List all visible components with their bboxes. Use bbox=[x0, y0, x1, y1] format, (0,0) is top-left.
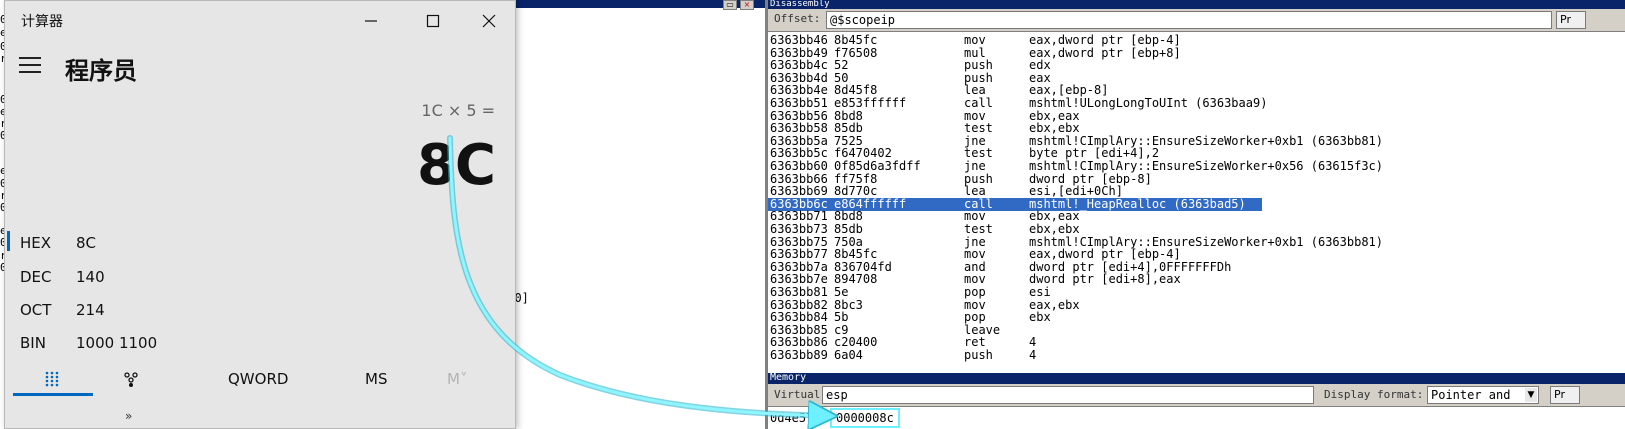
minimize-icon bbox=[365, 20, 377, 22]
memory-address: 0d4e5760 bbox=[770, 411, 828, 425]
radix-row-hex[interactable]: HEX 8C bbox=[5, 227, 515, 259]
minimize-button[interactable] bbox=[353, 7, 389, 35]
result-display: 8C bbox=[416, 133, 496, 198]
disassembly-line[interactable]: 6363bb86 c20400 ret 4 bbox=[768, 336, 1625, 349]
radix-value: 1000 1100 bbox=[76, 334, 158, 352]
radix-name: HEX bbox=[20, 234, 52, 252]
keypad-grid-icon bbox=[45, 371, 59, 387]
maximize-icon bbox=[426, 14, 440, 28]
memory-store-button[interactable]: MS bbox=[365, 367, 387, 391]
radix-row-dec[interactable]: DEC 140 bbox=[5, 261, 515, 293]
radix-value: 8C bbox=[76, 234, 97, 252]
memory-list-button[interactable]: M˅ bbox=[447, 367, 467, 391]
offset-input[interactable]: @$scopeip bbox=[826, 11, 1552, 29]
disassembly-offset-bar: Offset: @$scopeip Pr bbox=[768, 9, 1625, 31]
disassembly-line[interactable]: 6363bb85 c9 leave bbox=[768, 323, 1625, 337]
virtual-label: Virtual: bbox=[774, 388, 827, 401]
disassembly-line[interactable]: 6363bb56 8bd8 mov ebx,eax bbox=[768, 109, 1625, 123]
memory-row[interactable]: 0d4e5760 0000008c bbox=[768, 406, 1625, 429]
disassembly-line[interactable]: 6363bb66 ff75f8 push dword ptr [ebp-8] bbox=[768, 172, 1625, 186]
close-button[interactable] bbox=[471, 7, 507, 35]
disassembly-line-current[interactable]: 6363bb6c e864ffffff call mshtml!_HeapReallo… bbox=[768, 197, 1625, 211]
instruction-operands: ebx bbox=[1029, 310, 1051, 325]
full-keypad-button[interactable] bbox=[45, 367, 59, 391]
memory-previous-button[interactable]: Pr bbox=[1550, 386, 1580, 404]
disassembly-line[interactable]: 6363bb7a 836704fd and dword ptr [edi+4],0FF… bbox=[768, 260, 1625, 274]
disassembly-line[interactable]: 6363bb49 f76508 mul eax,dword ptr [ebp+8] bbox=[768, 45, 1625, 60]
disassembly-line[interactable]: 6363bb5a 7525 jne mshtml!CImplAry::EnsureSi… bbox=[768, 134, 1625, 148]
radix-value: 140 bbox=[76, 268, 105, 286]
radix-value: 214 bbox=[76, 301, 105, 319]
disassembly-line[interactable]: 6363bb4c 52 push edx bbox=[768, 59, 1625, 72]
bit-toggling-keypad-button[interactable] bbox=[123, 367, 139, 391]
keypad-tab-underline bbox=[13, 393, 93, 396]
disassembly-line[interactable]: 6363bb82 8bc3 mov eax,ebx bbox=[768, 298, 1625, 312]
disassembly-line[interactable]: 6363bb71 8bd8 mov ebx,eax bbox=[768, 210, 1625, 223]
memory-value[interactable]: 0000008c bbox=[830, 408, 900, 428]
instruction-address: 6363bb89 bbox=[770, 348, 828, 362]
calculator-window: 计算器 程序员 1C × 5 = 8C HEX 8C DEC 140 OCT 2… bbox=[4, 0, 516, 429]
display-format-select[interactable]: Pointer and bbox=[1427, 386, 1539, 404]
disassembly-line[interactable]: 6363bb81 5e pop esi bbox=[768, 286, 1625, 299]
expression-display: 1C × 5 = bbox=[421, 101, 495, 120]
calculator-title: 计算器 bbox=[21, 14, 63, 30]
disassembly-line[interactable]: 6363bb84 5b pop ebx bbox=[768, 311, 1625, 324]
disassembly-line[interactable]: 6363bb89 6a04 push 4 bbox=[768, 349, 1625, 362]
close-icon bbox=[482, 14, 496, 28]
memory-titlebar: Memory bbox=[768, 373, 1625, 384]
display-format-label: Display format: bbox=[1324, 388, 1424, 401]
background-minimize-button[interactable]: ▭ bbox=[723, 0, 737, 10]
disassembly-line[interactable]: 6363bb7e 894708 mov dword ptr [edi+8],eax bbox=[768, 273, 1625, 286]
disassembly-line[interactable]: 6363bb51 e853ffffff call mshtml!ULongLongTo… bbox=[768, 97, 1625, 110]
disassembly-line[interactable]: 6363bb46 8b45fc mov eax,dword ptr [ebp-4] bbox=[768, 34, 1625, 47]
virtual-address-input[interactable]: esp bbox=[822, 386, 1314, 404]
mode-title: 程序员 bbox=[65, 57, 137, 85]
instruction-bytes: 6a04 bbox=[834, 348, 863, 362]
instruction-operands: dword ptr [edi+8],eax bbox=[1029, 272, 1181, 287]
bit-toggle-icon bbox=[124, 372, 138, 387]
offset-previous-button[interactable]: Pr bbox=[1556, 11, 1586, 29]
disassembly-line[interactable]: 6363bb75 750a jne mshtml!CImplAry::EnsureSi… bbox=[768, 235, 1625, 249]
instruction-operands: 4 bbox=[1029, 348, 1037, 362]
instruction-operands: eax,dword ptr [ebp+8] bbox=[1029, 45, 1181, 60]
instruction-mnemonic: push bbox=[964, 348, 993, 362]
maximize-button[interactable] bbox=[415, 7, 451, 35]
word-size-button[interactable]: QWORD bbox=[228, 367, 288, 391]
background-close-button[interactable]: × bbox=[740, 0, 754, 10]
disassembly-line[interactable]: 6363bb4d 50 push eax bbox=[768, 71, 1625, 85]
disassembly-line[interactable]: 6363bb60 0f85d6a3fdff jne mshtml!CImplAry::… bbox=[768, 160, 1625, 173]
radix-name: DEC bbox=[20, 268, 52, 286]
radix-row-bin[interactable]: BIN 1000 1100 bbox=[5, 327, 515, 359]
radix-row-oct[interactable]: OCT 214 bbox=[5, 294, 515, 326]
more-chevron-icon[interactable]: » bbox=[125, 409, 132, 423]
radix-name: BIN bbox=[20, 334, 46, 352]
hamburger-menu-icon[interactable] bbox=[19, 57, 41, 73]
radix-name: OCT bbox=[20, 301, 52, 319]
chevron-down-icon[interactable]: ▼ bbox=[1525, 388, 1537, 402]
offset-label: Offset: bbox=[774, 12, 821, 25]
memory-toolbar: Virtual: esp Display format: Pointer and… bbox=[768, 384, 1625, 406]
disassembly-listing[interactable]: 6363bb46 8b45fc mov eax,dword ptr [ebp-4] 63… bbox=[768, 31, 1625, 367]
disassembly-titlebar: Disassembly bbox=[768, 0, 1625, 9]
